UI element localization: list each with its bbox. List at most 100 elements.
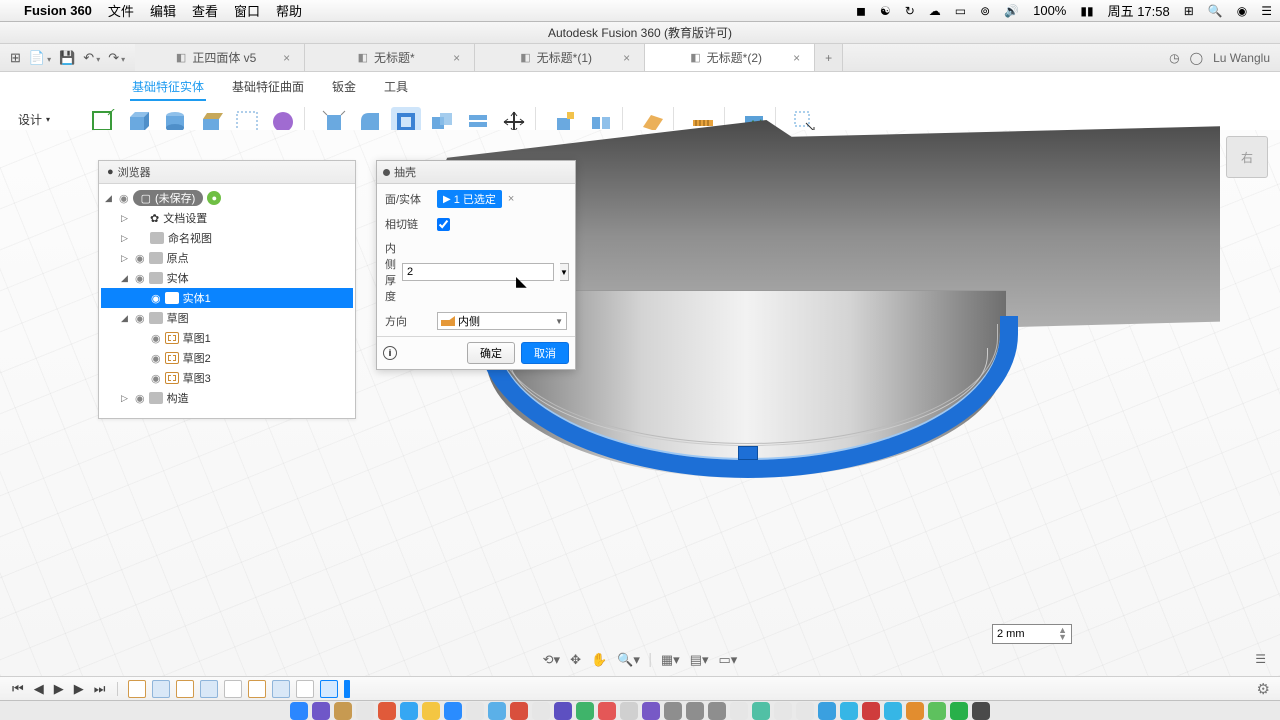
file-new-icon[interactable]: 📄 bbox=[29, 50, 51, 66]
display-style-icon[interactable]: ▦▾ bbox=[661, 652, 680, 668]
grid-icon[interactable]: ▤▾ bbox=[690, 652, 709, 668]
browser-root[interactable]: ◢◉▢ (未保存)● bbox=[101, 188, 353, 208]
help-icon[interactable]: ◯ bbox=[1190, 51, 1203, 65]
volume-icon[interactable]: 🔊 bbox=[1004, 4, 1019, 18]
ok-button[interactable]: 确定 bbox=[467, 342, 515, 364]
timeline-feat[interactable] bbox=[296, 680, 314, 698]
timeline-extrude1[interactable] bbox=[152, 680, 170, 698]
browser-construction[interactable]: ▷◉构造 bbox=[101, 388, 353, 408]
dialog-header[interactable]: 抽壳 bbox=[377, 161, 575, 184]
browser-sketch2[interactable]: ◉草图2 bbox=[101, 348, 353, 368]
dock-app[interactable] bbox=[400, 702, 418, 720]
dock-app[interactable] bbox=[972, 702, 990, 720]
info-icon[interactable]: i bbox=[383, 346, 397, 360]
browser-sketch3[interactable]: ◉草图3 bbox=[101, 368, 353, 388]
dock-app[interactable] bbox=[290, 702, 308, 720]
close-icon[interactable]: × bbox=[623, 51, 630, 65]
close-icon[interactable]: × bbox=[793, 51, 800, 65]
siri-icon[interactable]: ◉ bbox=[1237, 4, 1247, 18]
clear-selection-icon[interactable]: × bbox=[508, 193, 514, 205]
wifi-icon[interactable]: ⊚ bbox=[980, 4, 990, 18]
dock-app[interactable] bbox=[554, 702, 572, 720]
cancel-button[interactable]: 取消 bbox=[521, 342, 569, 364]
new-tab-button[interactable]: + bbox=[815, 44, 843, 71]
ribbon-tab-surface[interactable]: 基础特征曲面 bbox=[230, 74, 306, 101]
comments-icon[interactable]: ☰ bbox=[1255, 652, 1266, 666]
dock-app[interactable] bbox=[466, 702, 484, 720]
browser-doc-settings[interactable]: ▷✿文档设置 bbox=[101, 208, 353, 228]
dock-app[interactable] bbox=[730, 702, 748, 720]
close-icon[interactable]: × bbox=[453, 51, 460, 65]
timeline-shell[interactable] bbox=[320, 680, 338, 698]
app-menu[interactable]: Fusion 360 bbox=[24, 3, 92, 18]
dock-app[interactable] bbox=[356, 702, 374, 720]
timeline-extrude3[interactable] bbox=[272, 680, 290, 698]
workspace-switch[interactable]: 设计▾ bbox=[12, 107, 56, 132]
spinner-icon[interactable]: ▲▼ bbox=[1058, 627, 1067, 641]
undo-icon[interactable]: ↶ bbox=[83, 50, 100, 66]
dock-app[interactable] bbox=[312, 702, 330, 720]
spotlight-icon[interactable]: 🔍 bbox=[1208, 4, 1223, 18]
timeline-play[interactable]: ▶ bbox=[52, 681, 66, 697]
browser-bodies[interactable]: ◢◉实体 bbox=[101, 268, 353, 288]
ribbon-tab-sheetmetal[interactable]: 钣金 bbox=[330, 74, 358, 101]
browser-body1[interactable]: ◉实体1 bbox=[101, 288, 353, 308]
doc-tab-4[interactable]: ◧无标题*(2) × bbox=[645, 44, 815, 71]
extensions-icon[interactable]: ◷ bbox=[1169, 51, 1179, 65]
dimension-input[interactable]: 2 mm ▲▼ bbox=[992, 624, 1072, 644]
pan-icon[interactable]: ✥ bbox=[570, 652, 581, 668]
timeline-extrude2[interactable] bbox=[200, 680, 218, 698]
edit-menu[interactable]: 编辑 bbox=[150, 1, 176, 20]
wechat-icon[interactable]: ☯ bbox=[880, 4, 891, 18]
dock-app[interactable] bbox=[422, 702, 440, 720]
save-icon[interactable]: 💾 bbox=[59, 50, 75, 66]
ribbon-tab-solid[interactable]: 基础特征实体 bbox=[130, 74, 206, 101]
timeline-feat[interactable] bbox=[224, 680, 242, 698]
timeline-start[interactable]: ⏮ bbox=[10, 681, 26, 697]
dock-app[interactable] bbox=[686, 702, 704, 720]
dock-app[interactable] bbox=[906, 702, 924, 720]
view-menu[interactable]: 查看 bbox=[192, 1, 218, 20]
browser-origin[interactable]: ▷◉原点 bbox=[101, 248, 353, 268]
dock-app[interactable] bbox=[488, 702, 506, 720]
dock-app[interactable] bbox=[532, 702, 550, 720]
timeline-sketch2[interactable] bbox=[176, 680, 194, 698]
close-icon[interactable]: × bbox=[283, 51, 290, 65]
dock-app[interactable] bbox=[576, 702, 594, 720]
help-menu[interactable]: 帮助 bbox=[276, 1, 302, 20]
timeline-end[interactable]: ⏭ bbox=[92, 681, 108, 697]
sync-icon[interactable]: ↻ bbox=[905, 4, 915, 18]
doc-tab-1[interactable]: ◧正四面体 v5 × bbox=[135, 44, 305, 71]
clock[interactable]: 周五 17:58 bbox=[1108, 1, 1170, 20]
dock-app[interactable] bbox=[840, 702, 858, 720]
timeline-settings-icon[interactable]: ⚙ bbox=[1257, 680, 1270, 698]
dropdown-icon[interactable]: ▼ bbox=[560, 263, 569, 281]
timeline-prev[interactable]: ◀ bbox=[32, 681, 46, 697]
dock-app[interactable] bbox=[444, 702, 462, 720]
look-icon[interactable]: ✋ bbox=[591, 652, 607, 668]
dock-app[interactable] bbox=[642, 702, 660, 720]
timeline-marker[interactable] bbox=[344, 680, 350, 698]
timeline-sketch1[interactable] bbox=[128, 680, 146, 698]
data-panel-icon[interactable]: ⊞ bbox=[10, 50, 21, 66]
zoom-icon[interactable]: 🔍▾ bbox=[617, 652, 640, 668]
tangent-checkbox[interactable] bbox=[437, 218, 450, 231]
thickness-input[interactable] bbox=[402, 263, 554, 281]
browser-named-views[interactable]: ▷命名视图 bbox=[101, 228, 353, 248]
timeline-sketch3[interactable] bbox=[248, 680, 266, 698]
dock-app[interactable] bbox=[862, 702, 880, 720]
user-name[interactable]: Lu Wanglu bbox=[1213, 51, 1270, 65]
drag-handle[interactable] bbox=[738, 446, 758, 460]
dock-app[interactable] bbox=[378, 702, 396, 720]
viewports-icon[interactable]: ▭▾ bbox=[719, 652, 738, 668]
dock-app[interactable] bbox=[884, 702, 902, 720]
browser-sketches[interactable]: ◢◉草图 bbox=[101, 308, 353, 328]
dock-app[interactable] bbox=[598, 702, 616, 720]
dock-app[interactable] bbox=[950, 702, 968, 720]
direction-select[interactable]: 内侧 ▼ bbox=[437, 312, 567, 330]
browser-sketch1[interactable]: ◉草图1 bbox=[101, 328, 353, 348]
dock-app[interactable] bbox=[620, 702, 638, 720]
dock-app[interactable] bbox=[334, 702, 352, 720]
doc-tab-3[interactable]: ◧无标题*(1) × bbox=[475, 44, 645, 71]
selection-chip[interactable]: ▶1 已选定 bbox=[437, 190, 502, 208]
